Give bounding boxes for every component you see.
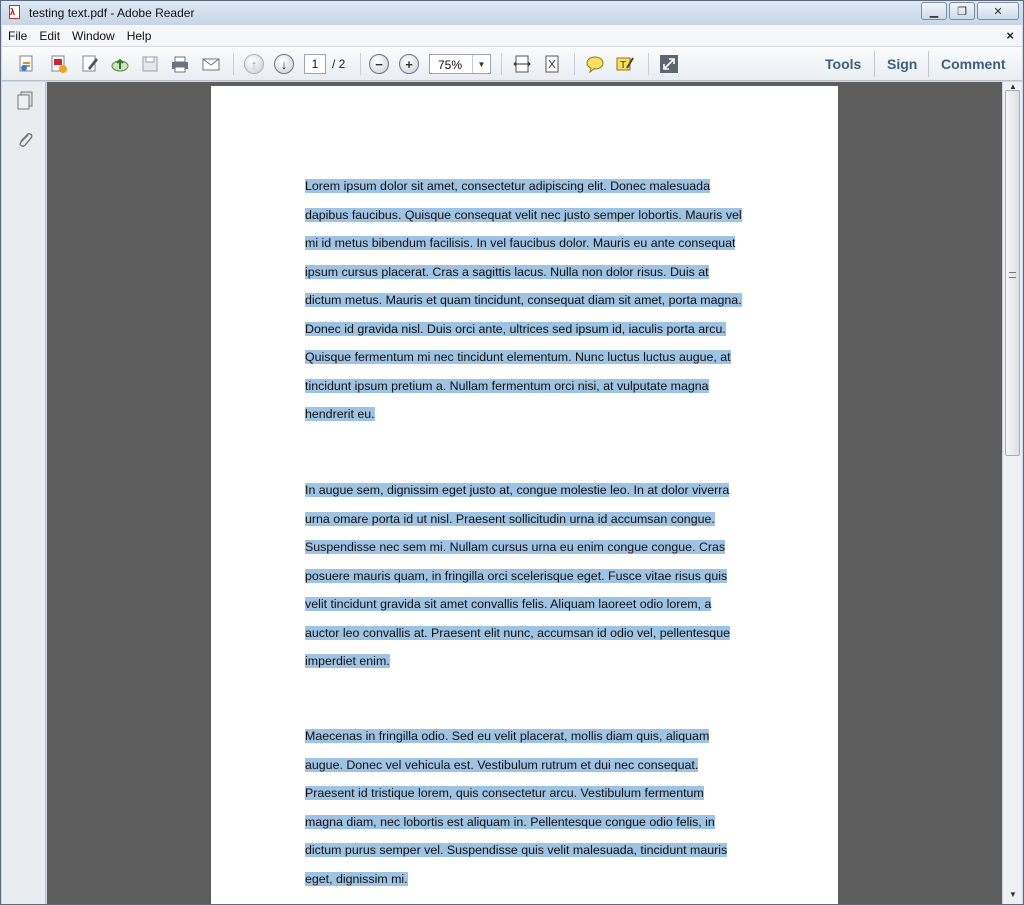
title-bar[interactable]: λ testing text.pdf - Adobe Reader ▁ ❐ ✕: [1, 1, 1023, 25]
restore-button[interactable]: ❐: [949, 2, 975, 20]
pdf-app-icon: λ: [7, 5, 23, 21]
page-total: / 2: [332, 57, 346, 71]
zoom-value: 75%: [438, 58, 463, 72]
sign-button[interactable]: Sign: [887, 56, 917, 72]
paragraph-3: Maecenas in fringilla odio. Sed eu velit…: [305, 722, 745, 893]
svg-text:T: T: [620, 60, 626, 71]
app-window: λ testing text.pdf - Adobe Reader ▁ ❐ ✕ …: [0, 0, 1024, 905]
arrow-up-icon: ↑: [244, 54, 264, 74]
tools-button[interactable]: Tools: [825, 56, 861, 72]
menu-bar: File Edit Window Help ×: [2, 25, 1022, 47]
fit-width-icon: [513, 55, 531, 73]
menu-window[interactable]: Window: [66, 29, 121, 43]
selected-text: Maecenas in fringilla odio. Sed eu velit…: [305, 729, 728, 886]
scroll-thumb[interactable]: [1005, 90, 1020, 456]
menu-help[interactable]: Help: [121, 29, 158, 43]
page-number-input[interactable]: 1: [304, 54, 326, 74]
expand-icon: [660, 55, 678, 73]
fit-page-button[interactable]: [540, 52, 564, 76]
document-view[interactable]: Lorem ipsum dolor sit amet, consectetur …: [47, 82, 1002, 904]
edit-pdf-button[interactable]: [78, 52, 102, 76]
selected-text: In augue sem, dignissim eget justo at, c…: [305, 483, 730, 668]
paragraph-2: In augue sem, dignissim eget justo at, c…: [305, 476, 745, 676]
minimize-button[interactable]: ▁: [921, 2, 947, 20]
zoom-in-button[interactable]: +: [397, 52, 421, 76]
highlighter-icon: T: [616, 57, 634, 71]
next-page-button[interactable]: ↓: [272, 52, 296, 76]
zoom-select[interactable]: 75% ▼: [429, 54, 491, 74]
create-pdf-button[interactable]: [47, 52, 71, 76]
zoom-out-button[interactable]: −: [367, 52, 391, 76]
toolbar: ↑ ↓ 1 / 2 − + 75% ▼ T Tools Sign Comment: [2, 47, 1022, 81]
paragraph-1: Lorem ipsum dolor sit amet, consectetur …: [305, 172, 745, 429]
email-button[interactable]: [199, 52, 223, 76]
open-file-icon: [19, 55, 33, 72]
page-thumbnails-icon[interactable]: [15, 90, 35, 110]
print-button[interactable]: [168, 52, 192, 76]
comment-button[interactable]: Comment: [941, 56, 1006, 72]
scroll-down-arrow-icon[interactable]: ▼: [1006, 890, 1020, 902]
close-window-button[interactable]: ✕: [977, 2, 1019, 20]
minus-icon: −: [369, 54, 389, 74]
upload-button[interactable]: [108, 52, 132, 76]
fit-page-icon: [545, 55, 559, 73]
chevron-down-icon[interactable]: ▼: [472, 55, 490, 73]
save-disk-icon: [142, 56, 158, 72]
close-document-icon[interactable]: ×: [1006, 28, 1014, 43]
sticky-note-button[interactable]: [583, 52, 607, 76]
envelope-icon: [202, 58, 220, 71]
highlight-text-button[interactable]: T: [613, 52, 637, 76]
edit-pdf-icon: [82, 55, 98, 72]
vertical-scrollbar[interactable]: ▲ ▼: [1002, 82, 1022, 904]
save-button[interactable]: [138, 52, 162, 76]
selected-text: Lorem ipsum dolor sit amet, consectetur …: [305, 179, 742, 421]
pdf-page: Lorem ipsum dolor sit amet, consectetur …: [211, 86, 838, 904]
speech-bubble-icon: [586, 56, 604, 74]
plus-icon: +: [399, 54, 419, 74]
navigation-pane: [2, 82, 46, 904]
previous-page-button[interactable]: ↑: [242, 52, 266, 76]
printer-icon: [172, 56, 188, 73]
menu-file[interactable]: File: [2, 29, 33, 43]
fit-width-button[interactable]: [510, 52, 534, 76]
cloud-upload-icon: [111, 58, 129, 72]
arrow-down-icon: ↓: [274, 54, 294, 74]
open-button[interactable]: [15, 52, 39, 76]
menu-edit[interactable]: Edit: [33, 29, 66, 43]
attachments-icon[interactable]: [15, 130, 35, 150]
full-screen-button[interactable]: [657, 52, 681, 76]
create-pdf-icon: [51, 55, 67, 73]
window-title: testing text.pdf - Adobe Reader: [29, 6, 195, 20]
